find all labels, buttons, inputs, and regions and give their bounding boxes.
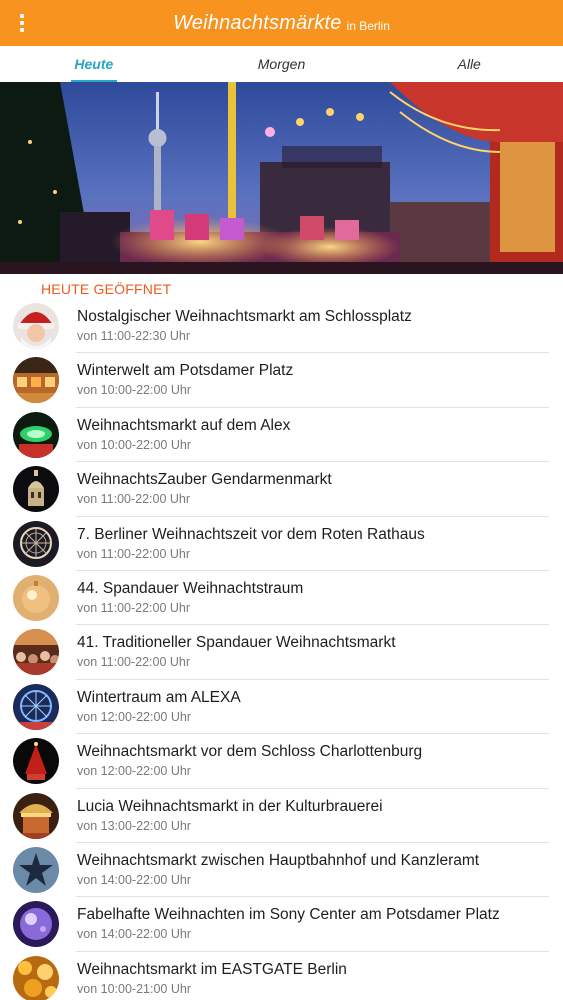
market-hours: von 12:00-22:00 Uhr: [77, 764, 191, 779]
list-item[interactable]: 7. Berliner Weihnachtszeit vor dem Roten…: [0, 517, 563, 572]
list-item[interactable]: 44. Spandauer Weihnachtstraum von 11:00-…: [0, 571, 563, 626]
list-item[interactable]: Lucia Weihnachtsmarkt in der Kulturbraue…: [0, 789, 563, 844]
green-lights-thumbnail: [13, 411, 59, 458]
market-name: Weihnachtsmarkt auf dem Alex: [77, 416, 291, 434]
market-stalls-thumbnail: [13, 357, 59, 404]
purple-ball-thumbnail: [13, 901, 59, 948]
list-item[interactable]: Nostalgischer Weihnachtsmarkt am Schloss…: [0, 299, 563, 354]
tab-alle[interactable]: Alle: [375, 46, 563, 82]
market-hours: von 11:00-22:00 Uhr: [77, 546, 191, 561]
market-hours: von 13:00-22:00 Uhr: [77, 818, 191, 833]
market-name: 7. Berliner Weihnachtszeit vor dem Roten…: [77, 525, 425, 543]
market-hours: von 10:00-21:00 Uhr: [77, 981, 191, 996]
list-item[interactable]: Weihnachtsmarkt vor dem Schloss Charlott…: [0, 734, 563, 789]
tab-morgen[interactable]: Morgen: [188, 46, 376, 82]
carousel-thumbnail: [13, 792, 59, 839]
red-tree-thumbnail: [13, 738, 59, 785]
market-name: Lucia Weihnachtsmarkt in der Kulturbraue…: [77, 797, 383, 815]
market-hours: von 14:00-22:00 Uhr: [77, 872, 191, 887]
crowd-thumbnail: [13, 629, 59, 676]
market-list: Nostalgischer Weihnachtsmarkt am Schloss…: [0, 299, 563, 1000]
santa-thumbnail: [13, 303, 59, 349]
tab-bar: Heute Morgen Alle: [0, 46, 563, 82]
market-hours: von 12:00-22:00 Uhr: [77, 709, 191, 724]
list-item[interactable]: Winterwelt am Potsdamer Platz von 10:00-…: [0, 353, 563, 409]
market-hours: von 11:00-22:30 Uhr: [77, 329, 191, 343]
app-title: Weihnachtsmärkte: [173, 11, 342, 34]
market-name: Winterwelt am Potsdamer Platz: [77, 362, 294, 380]
menu-dots-icon[interactable]: [14, 12, 30, 34]
blue-wheel-thumbnail: [13, 683, 59, 730]
market-name: Weihnachtsmarkt im EASTGATE Berlin: [77, 960, 347, 978]
market-hours: von 10:00-22:00 Uhr: [77, 437, 191, 452]
market-name: Nostalgischer Weihnachtsmarkt am Schloss…: [77, 308, 412, 325]
market-name: Wintertraum am ALEXA: [77, 688, 241, 706]
market-hours: von 11:00-22:00 Uhr: [77, 492, 191, 507]
star-thumbnail: [13, 846, 59, 893]
list-item[interactable]: Weihnachtsmarkt auf dem Alex von 10:00-2…: [0, 408, 563, 463]
market-hours: von 14:00-22:00 Uhr: [77, 927, 191, 942]
market-name: Fabelhafte Weihnachten im Sony Center am…: [77, 906, 500, 924]
market-hours: von 11:00-22:00 Uhr: [77, 655, 191, 670]
tab-heute[interactable]: Heute: [0, 46, 188, 82]
market-hours: von 11:00-22:00 Uhr: [77, 600, 191, 615]
market-name: WeihnachtsZauber Gendarmenmarkt: [77, 471, 332, 489]
app-bar: Weihnachtsmärkte in Berlin: [0, 0, 563, 46]
market-name: Weihnachtsmarkt vor dem Schloss Charlott…: [77, 743, 423, 761]
market-name: Weihnachtsmarkt zwischen Hauptbahnhof un…: [77, 851, 480, 869]
list-item[interactable]: 41. Traditioneller Spandauer Weihnachtsm…: [0, 625, 563, 681]
market-name: 44. Spandauer Weihnachtstraum: [77, 579, 304, 597]
hero-image: [0, 82, 563, 274]
list-item[interactable]: WeihnachtsZauber Gendarmenmarkt von 11:0…: [0, 462, 563, 517]
section-title: HEUTE GEÖFFNET: [41, 281, 172, 297]
list-item[interactable]: Weihnachtsmarkt im EASTGATE Berlin von 1…: [0, 952, 563, 1000]
golden-ornament-thumbnail: [13, 574, 59, 621]
list-item[interactable]: Wintertraum am ALEXA von 12:00-22:00 Uhr: [0, 680, 563, 735]
dome-thumbnail: [13, 466, 59, 513]
ferris-wheel-thumbnail: [13, 520, 59, 567]
market-name: 41. Traditioneller Spandauer Weihnachtsm…: [77, 634, 396, 652]
app-subtitle: in Berlin: [346, 19, 390, 33]
market-hours: von 10:00-22:00 Uhr: [77, 383, 191, 398]
list-item[interactable]: Weihnachtsmarkt zwischen Hauptbahnhof un…: [0, 843, 563, 898]
list-item[interactable]: Fabelhafte Weihnachten im Sony Center am…: [0, 897, 563, 953]
bokeh-thumbnail: [13, 955, 59, 1000]
